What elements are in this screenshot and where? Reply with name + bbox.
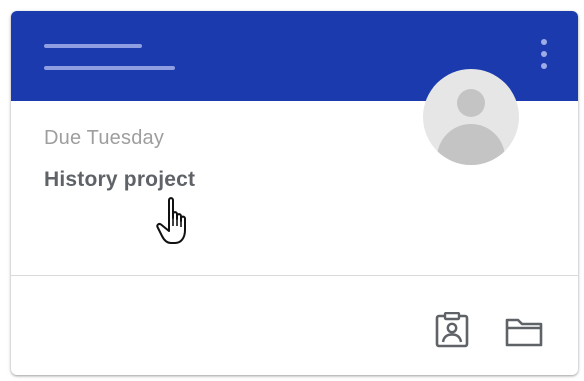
- screen: Due Tuesday History project: [0, 0, 584, 381]
- header-title-placeholder: [44, 44, 142, 48]
- more-vert-icon[interactable]: [536, 37, 552, 73]
- avatar-shoulders: [437, 124, 505, 165]
- header-subtitle-placeholder: [44, 66, 175, 70]
- card-divider: [11, 275, 578, 276]
- kebab-dot: [541, 39, 547, 45]
- student-portfolio-icon[interactable]: [434, 311, 470, 348]
- due-date-label: Due Tuesday: [44, 127, 165, 149]
- assignment-title[interactable]: History project: [44, 168, 195, 192]
- person-icon[interactable]: [423, 69, 519, 165]
- folder-icon[interactable]: [504, 316, 544, 348]
- kebab-dot: [541, 63, 547, 69]
- kebab-dot: [541, 51, 547, 57]
- avatar-head: [457, 89, 485, 117]
- assignment-card[interactable]: Due Tuesday History project: [11, 11, 578, 375]
